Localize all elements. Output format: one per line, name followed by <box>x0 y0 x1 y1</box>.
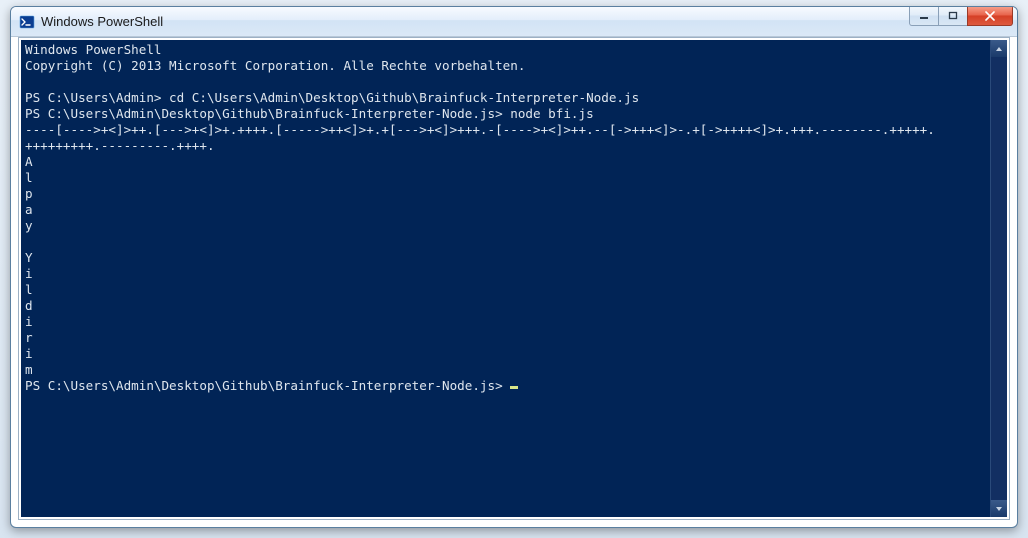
console-code-line: ----[---->+<]>++.[--->+<]>+.++++.[----->… <box>25 122 935 137</box>
console-output-char: p <box>25 186 33 201</box>
console-output-char: Y <box>25 250 33 265</box>
console-output-char: r <box>25 330 33 345</box>
console-prompt-line: PS C:\Users\Admin\Desktop\Github\Brainfu… <box>25 378 510 393</box>
console-output-char: A <box>25 154 33 169</box>
console-output-char: l <box>25 170 33 185</box>
minimize-button[interactable] <box>909 6 939 26</box>
close-button[interactable] <box>967 6 1013 26</box>
powershell-window: Windows PowerShell Windows PowerShell Co… <box>10 6 1018 528</box>
console-output-char: y <box>25 218 33 233</box>
console-prompt-line: PS C:\Users\Admin\Desktop\Github\Brainfu… <box>25 106 594 121</box>
console-cursor <box>510 386 518 389</box>
console-output-char: i <box>25 314 33 329</box>
console-output-char: m <box>25 362 33 377</box>
scroll-up-button[interactable] <box>991 40 1007 57</box>
console-line: Copyright (C) 2013 Microsoft Corporation… <box>25 58 525 73</box>
window-title: Windows PowerShell <box>41 14 163 29</box>
console-output[interactable]: Windows PowerShell Copyright (C) 2013 Mi… <box>21 40 1007 517</box>
console-output-char: i <box>25 266 33 281</box>
powershell-icon <box>19 14 35 30</box>
console-output-char: l <box>25 282 33 297</box>
console-prompt-line: PS C:\Users\Admin> cd C:\Users\Admin\Des… <box>25 90 639 105</box>
console-output-char: d <box>25 298 33 313</box>
maximize-button[interactable] <box>938 6 968 26</box>
console-scrollbar[interactable] <box>990 40 1007 517</box>
console-line: Windows PowerShell <box>25 42 161 57</box>
titlebar[interactable]: Windows PowerShell <box>11 7 1017 37</box>
console-output-char: i <box>25 346 33 361</box>
scroll-down-button[interactable] <box>991 500 1007 517</box>
client-area: Windows PowerShell Copyright (C) 2013 Mi… <box>18 37 1010 520</box>
console-code-line: +++++++++.---------.++++. <box>25 138 215 153</box>
console-output-char: a <box>25 202 33 217</box>
window-controls <box>910 6 1013 26</box>
